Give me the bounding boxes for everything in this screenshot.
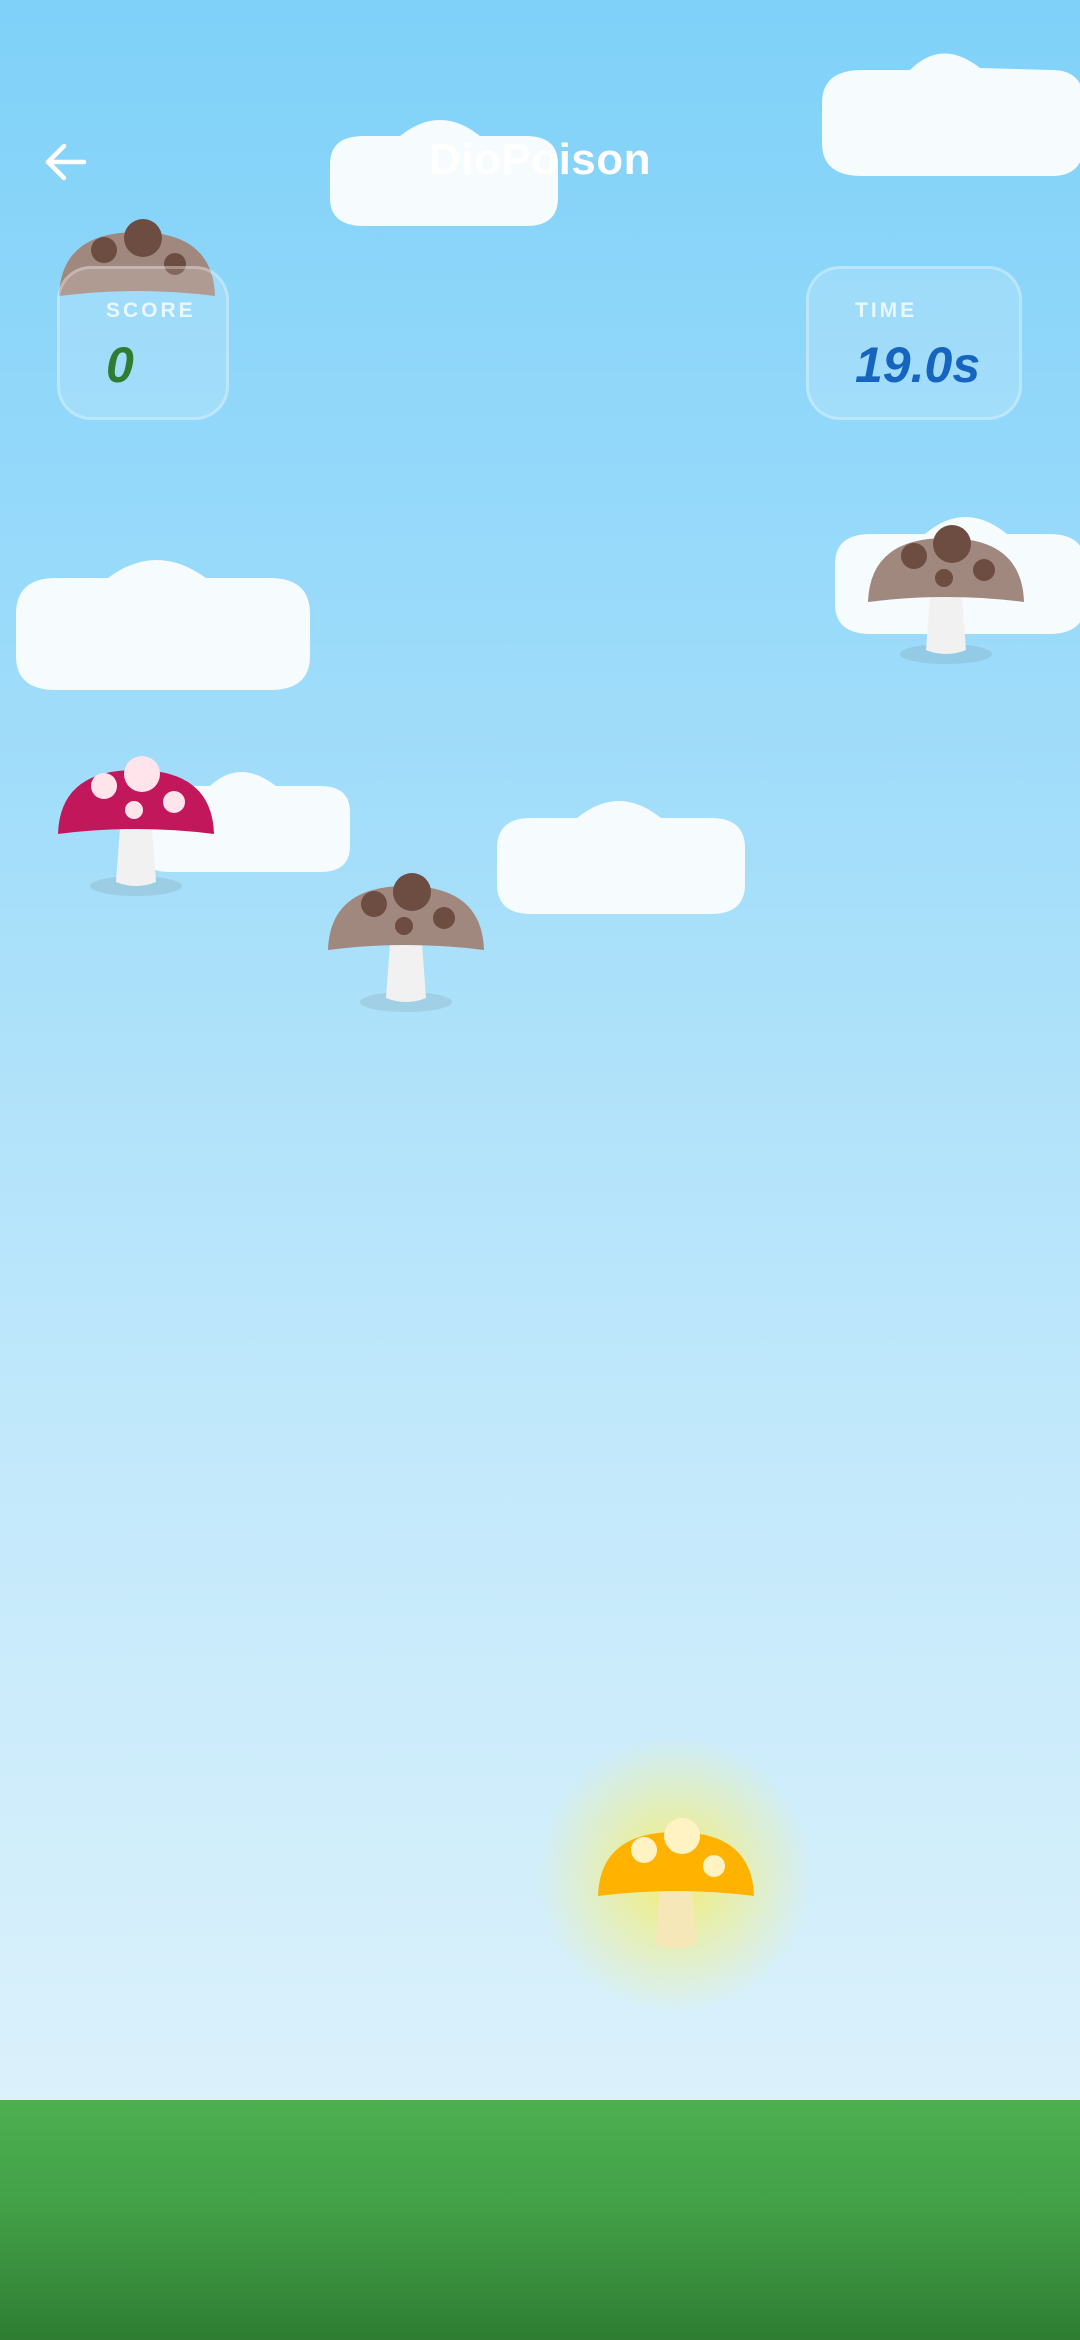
cloud [497, 800, 745, 916]
score-label: SCORE [106, 299, 196, 322]
cloud [822, 48, 1080, 178]
cloud [16, 556, 310, 692]
arrow-left-icon [45, 143, 87, 181]
time-label: TIME [855, 299, 918, 322]
back-button[interactable] [36, 132, 96, 192]
score-panel: SCORE 0 [57, 266, 229, 420]
mushroom-brown[interactable] [866, 525, 1026, 664]
grass-ground [0, 2100, 1080, 2340]
mushroom-poison-red[interactable] [56, 756, 216, 896]
page-title: DioPoison [428, 135, 652, 184]
mushroom-brown[interactable] [326, 873, 486, 1012]
time-panel: TIME 19.0s [806, 266, 1022, 420]
score-value: 0 [106, 337, 134, 393]
mushroom-golden[interactable] [596, 1818, 756, 1956]
time-value: 19.0s [855, 337, 981, 393]
